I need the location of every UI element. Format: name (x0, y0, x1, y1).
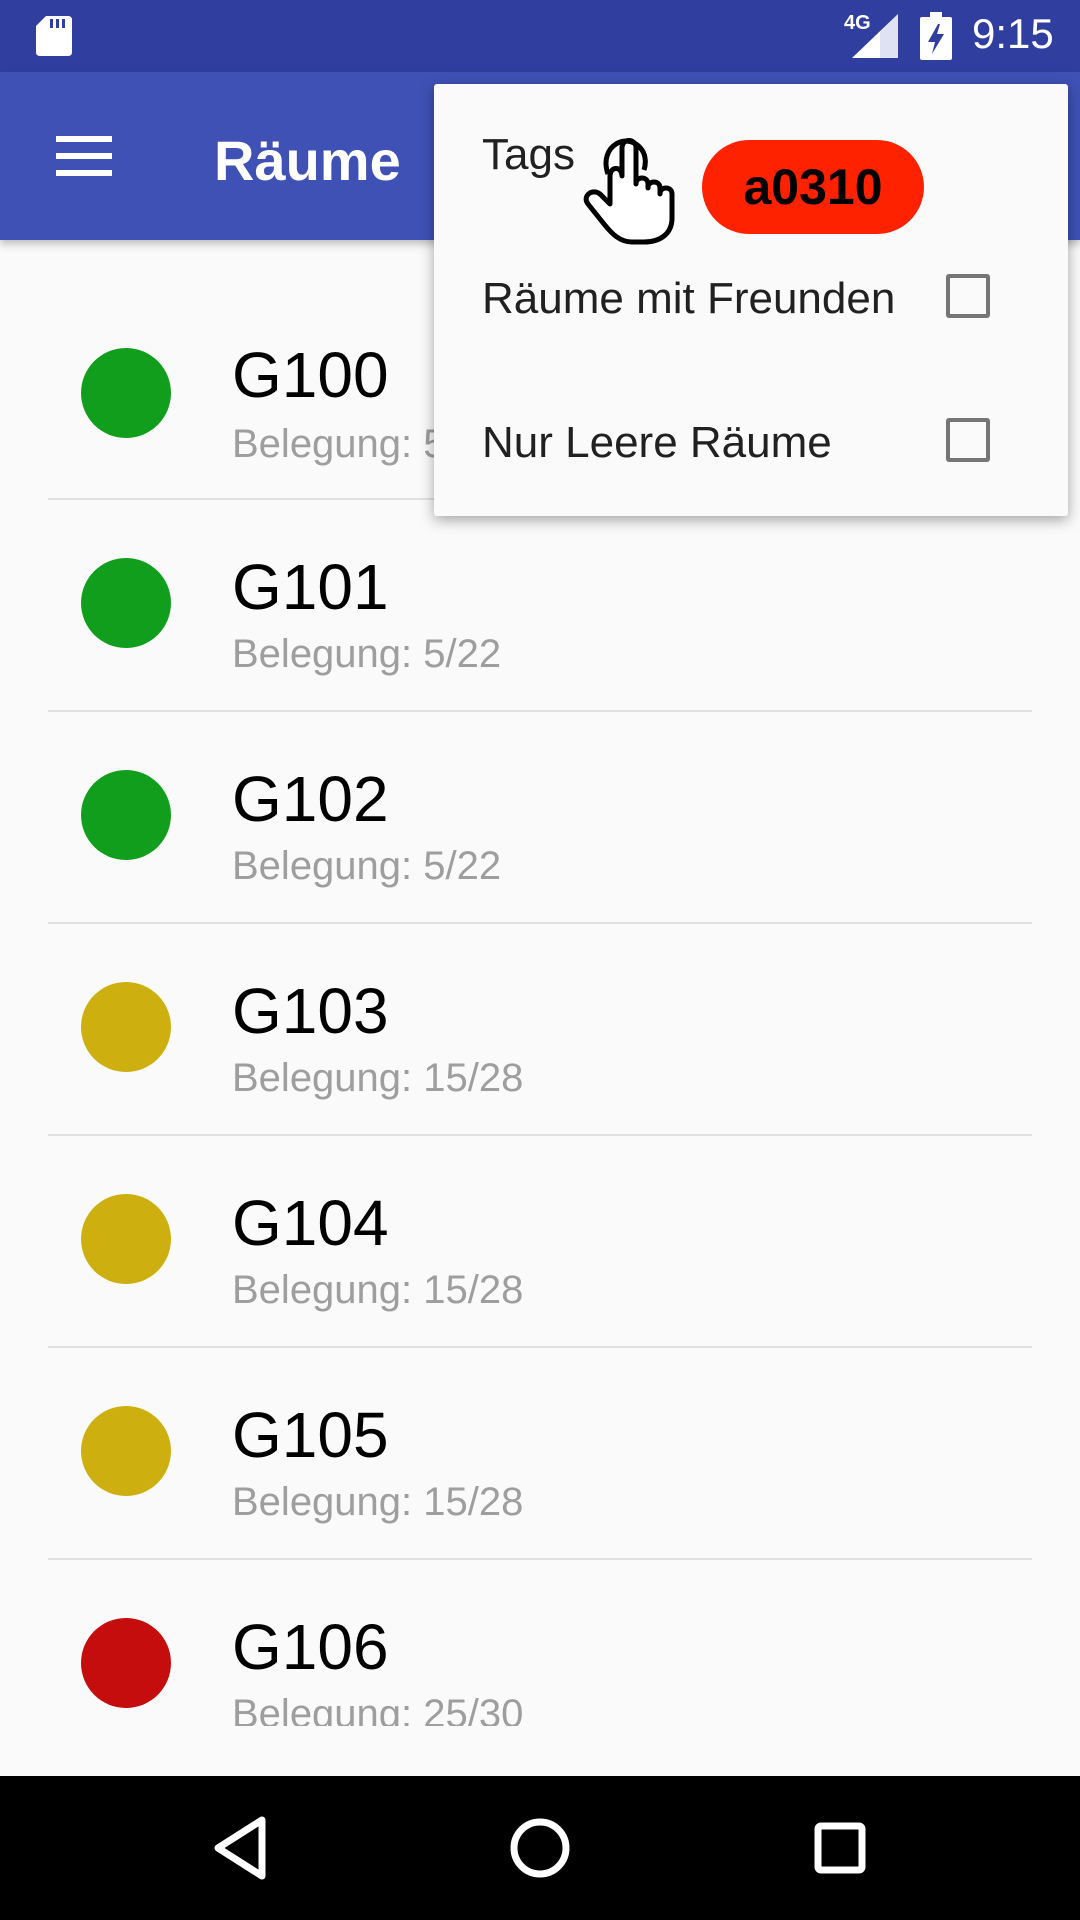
navigation-bar (0, 1776, 1080, 1920)
list-item[interactable]: G104 Belegung: 15/28 (48, 1136, 1032, 1348)
page-title: Räume (214, 129, 401, 192)
sd-card-icon (36, 16, 72, 56)
status-bar: 4G 9:15 (0, 0, 1080, 72)
list-item[interactable]: G103 Belegung: 15/28 (48, 924, 1032, 1136)
status-dot (81, 1194, 171, 1284)
room-occupancy: Belegung: 5/22 (232, 844, 502, 888)
room-occupancy: Belegung: 25/30 (232, 1692, 524, 1726)
list-item[interactable]: G101 Belegung: 5/22 (48, 500, 1032, 712)
list-item[interactable]: G105 Belegung: 15/28 (48, 1348, 1032, 1560)
friends-rooms-checkbox[interactable] (946, 274, 990, 318)
menu-item-friends-rooms[interactable]: Räume mit Freunden (482, 274, 895, 324)
battery-charging-icon (920, 12, 952, 60)
room-name: G102 (232, 763, 389, 835)
recents-icon[interactable] (790, 1798, 890, 1898)
status-dot (81, 1618, 171, 1708)
menu-item-empty-rooms[interactable]: Nur Leere Räume (482, 418, 832, 468)
back-icon[interactable] (190, 1798, 290, 1898)
hamburger-menu-icon[interactable] (36, 120, 132, 192)
filter-popup-menu: Tags a0310 Räume mit Freunden Nur Leere … (434, 84, 1068, 516)
room-name: G105 (232, 1399, 389, 1471)
signal-icon (852, 14, 898, 58)
status-dot (81, 1406, 171, 1496)
room-name: G101 (232, 551, 389, 623)
list-item[interactable]: G106 Belegung: 25/30 (48, 1560, 1032, 1726)
menu-item-tags[interactable]: Tags (482, 130, 575, 180)
status-dot (81, 982, 171, 1072)
status-dot (81, 348, 171, 438)
room-name: G103 (232, 975, 389, 1047)
room-name: G106 (232, 1611, 389, 1683)
room-name: G104 (232, 1187, 389, 1259)
tag-badge[interactable]: a0310 (702, 140, 924, 234)
room-occupancy: Belegung: 15/28 (232, 1480, 524, 1524)
pointing-hand-cursor-icon (583, 138, 675, 245)
empty-rooms-checkbox[interactable] (946, 418, 990, 462)
clock: 9:15 (972, 10, 1054, 57)
status-dot (81, 558, 171, 648)
room-occupancy: Belegung: 15/28 (232, 1056, 524, 1100)
room-name: G100 (232, 339, 389, 411)
status-dot (81, 770, 171, 860)
room-occupancy: Belegung: 15/28 (232, 1268, 524, 1312)
home-icon[interactable] (490, 1798, 590, 1898)
list-item[interactable]: G102 Belegung: 5/22 (48, 712, 1032, 924)
room-occupancy: Belegung: 5/22 (232, 632, 502, 676)
